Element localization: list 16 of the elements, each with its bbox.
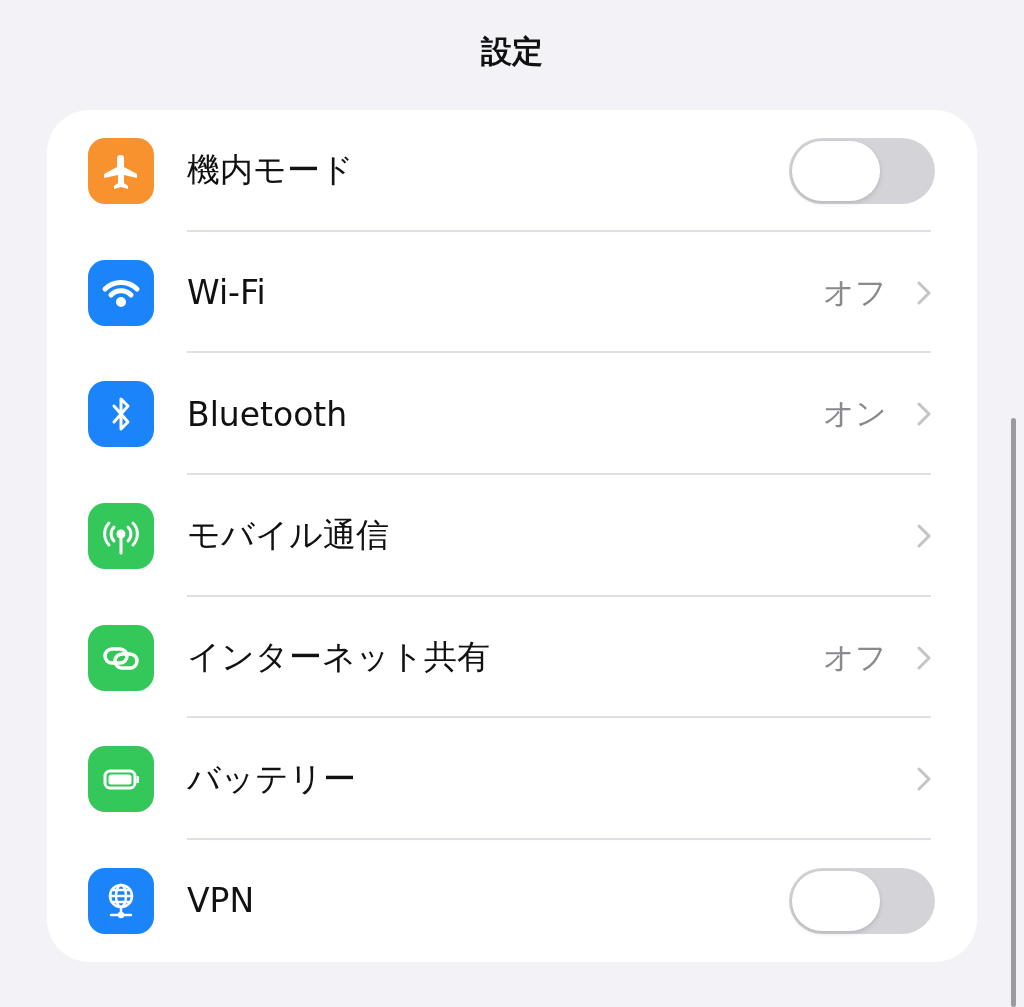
page-title: 設定 bbox=[481, 32, 543, 71]
row-label[interactable]: Wi-Fi bbox=[187, 273, 823, 313]
chevron-icon bbox=[917, 645, 931, 670]
chevron-icon bbox=[917, 523, 931, 548]
row-label[interactable]: インターネット共有 bbox=[187, 635, 823, 681]
chevron-icon bbox=[917, 280, 931, 305]
row-label[interactable]: VPN bbox=[187, 881, 789, 921]
row-label[interactable]: Bluetooth bbox=[187, 394, 823, 434]
chevron-icon bbox=[917, 767, 931, 792]
row-value: オフ bbox=[823, 637, 887, 677]
row-label[interactable]: モバイル通信 bbox=[187, 513, 917, 559]
chevron-icon bbox=[917, 402, 931, 427]
row-label[interactable]: バッテリー bbox=[187, 756, 917, 802]
row-value: オン bbox=[823, 394, 887, 434]
row-label[interactable]: 機内モード bbox=[187, 148, 789, 194]
row-value: オフ bbox=[823, 272, 887, 312]
